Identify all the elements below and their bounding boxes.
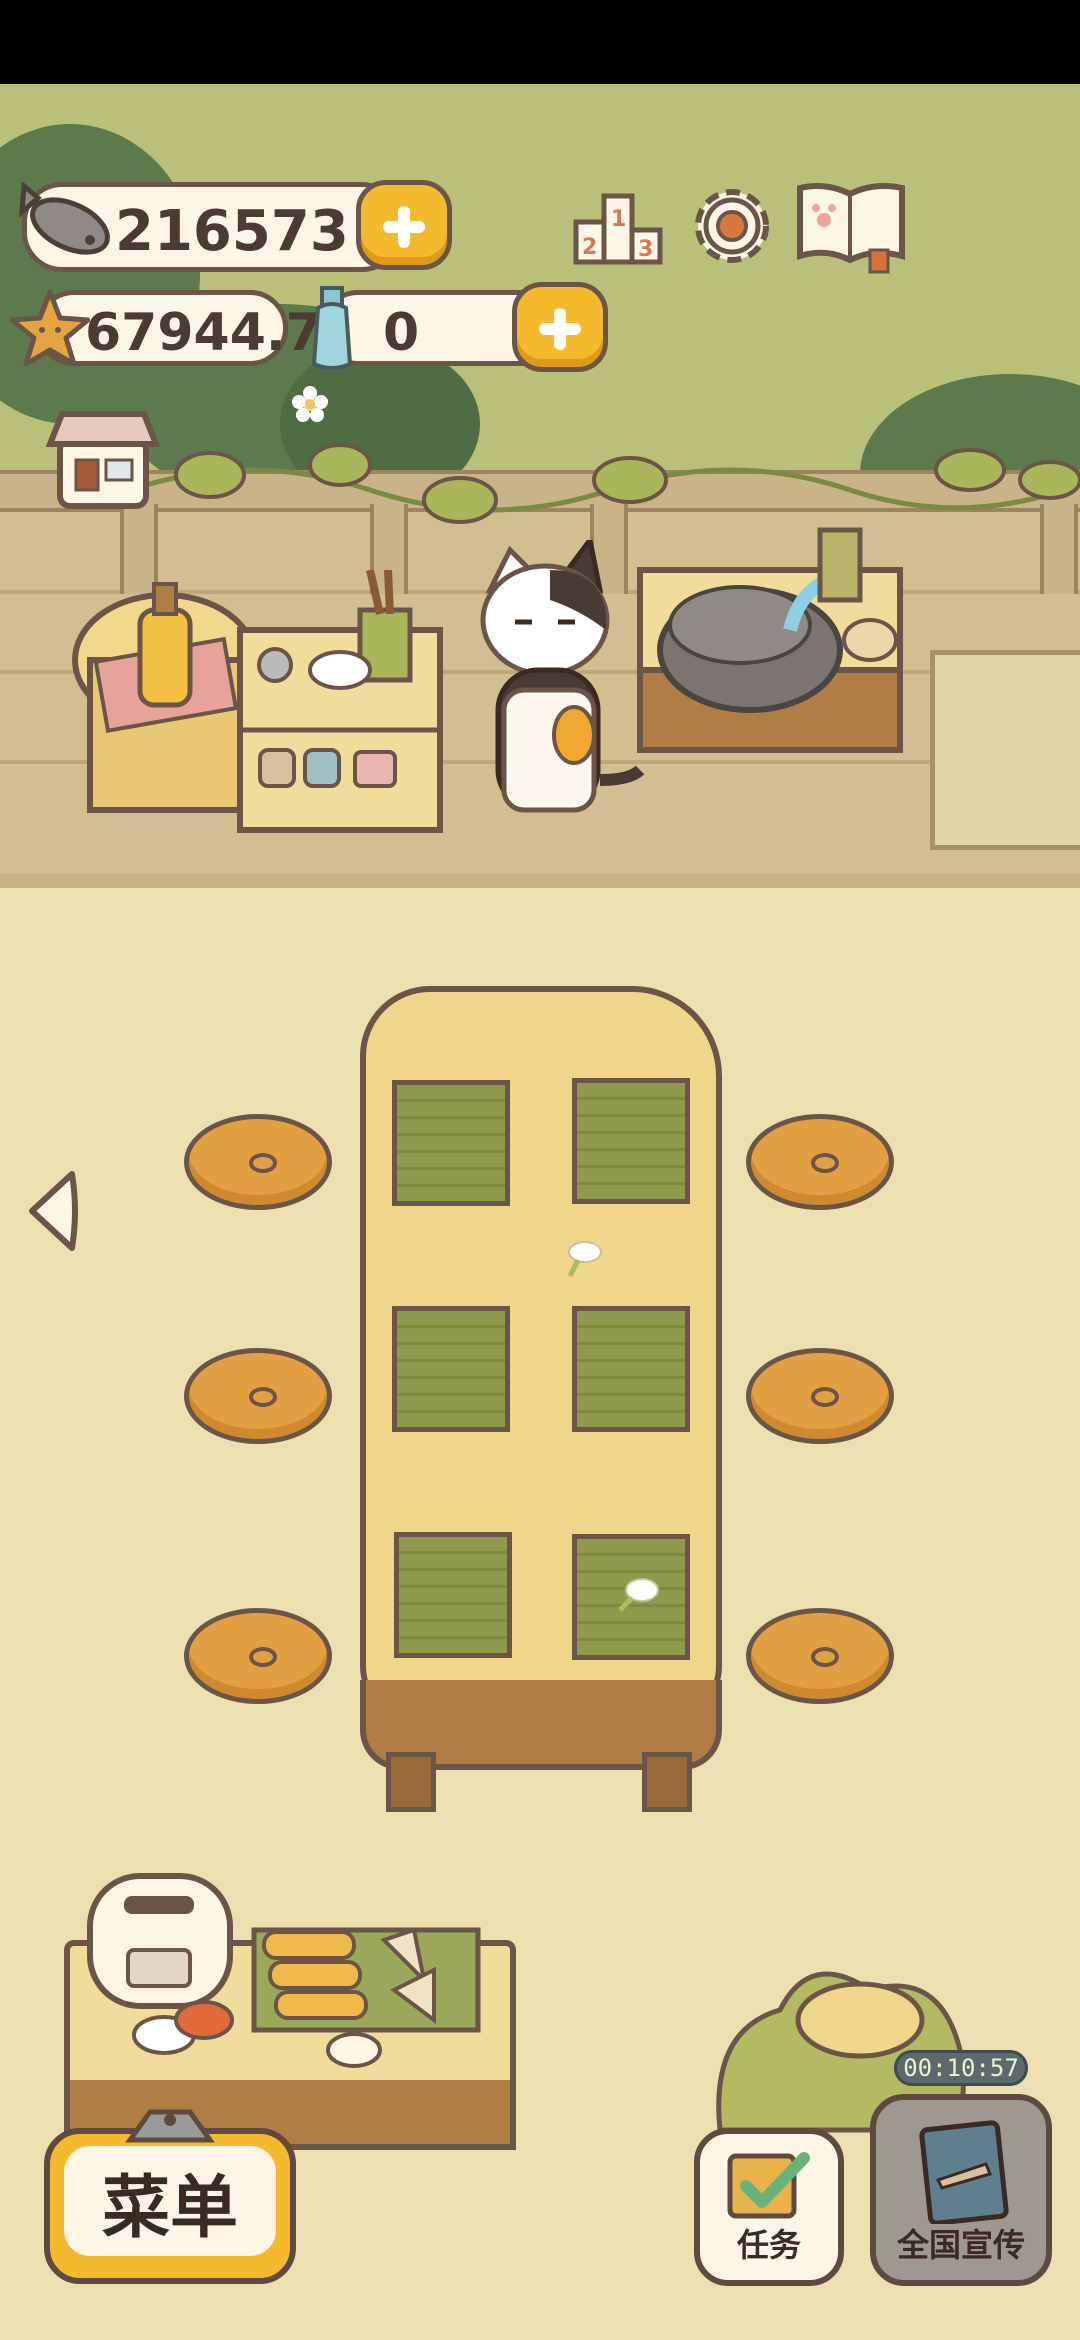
stool[interactable]	[746, 1608, 894, 1704]
place-mat[interactable]	[394, 1532, 512, 1658]
menu-button-label: 菜单	[101, 2168, 238, 2248]
menu-button[interactable]: 菜单	[44, 2128, 296, 2284]
cat-chef[interactable]	[470, 540, 650, 840]
prep-station[interactable]	[70, 570, 460, 850]
stone-mill[interactable]	[630, 510, 920, 760]
shop-icon[interactable]	[46, 404, 160, 514]
promo-button-label: 全国宣传	[896, 2226, 1025, 2264]
petal-icon	[618, 1578, 659, 1612]
ranking-podium-icon[interactable]: 2 1 3	[570, 182, 666, 272]
fish-icon	[19, 182, 110, 255]
poster-icon	[919, 2120, 1009, 2224]
stool[interactable]	[746, 1348, 894, 1444]
place-mat[interactable]	[392, 1306, 510, 1432]
status-bar	[0, 0, 1080, 84]
promo-button[interactable]: 全国宣传	[870, 2094, 1052, 2286]
clip-icon	[125, 2109, 215, 2143]
settings-gear-icon[interactable]	[684, 178, 780, 274]
stool[interactable]	[184, 1348, 332, 1444]
task-button[interactable]: 任务	[694, 2128, 844, 2286]
stool[interactable]	[184, 1608, 332, 1704]
food-display	[87, 1873, 481, 2068]
bottle-icon	[311, 286, 353, 370]
fish-count-text: 216573	[115, 199, 349, 264]
stool[interactable]	[746, 1114, 894, 1210]
svg-text:1: 1	[611, 207, 626, 232]
place-mat[interactable]	[572, 1306, 690, 1432]
svg-text:3: 3	[638, 237, 653, 262]
table-leg	[642, 1752, 692, 1812]
svg-text:2: 2	[582, 235, 597, 260]
add-bottle-button[interactable]	[512, 282, 608, 372]
vine-decoration	[130, 443, 1080, 524]
place-mat[interactable]	[392, 1080, 510, 1206]
star-count-text: 67944.7	[85, 303, 322, 363]
left-arrow-icon[interactable]	[24, 1168, 82, 1254]
stool[interactable]	[184, 1114, 332, 1210]
flower-icon	[292, 386, 328, 422]
place-mat[interactable]	[572, 1078, 690, 1204]
task-button-label: 任务	[736, 2226, 801, 2264]
promo-timer: 00:10:57	[894, 2050, 1028, 2086]
cabinet	[930, 650, 1080, 850]
table-leg	[386, 1752, 436, 1812]
bottle-count-text: 0	[383, 303, 420, 363]
petal-icon	[567, 1241, 602, 1278]
clipboard-check-icon	[727, 2152, 810, 2219]
star-icon	[10, 289, 90, 367]
recipe-book-icon[interactable]	[792, 178, 912, 274]
add-fish-button[interactable]	[356, 180, 452, 270]
